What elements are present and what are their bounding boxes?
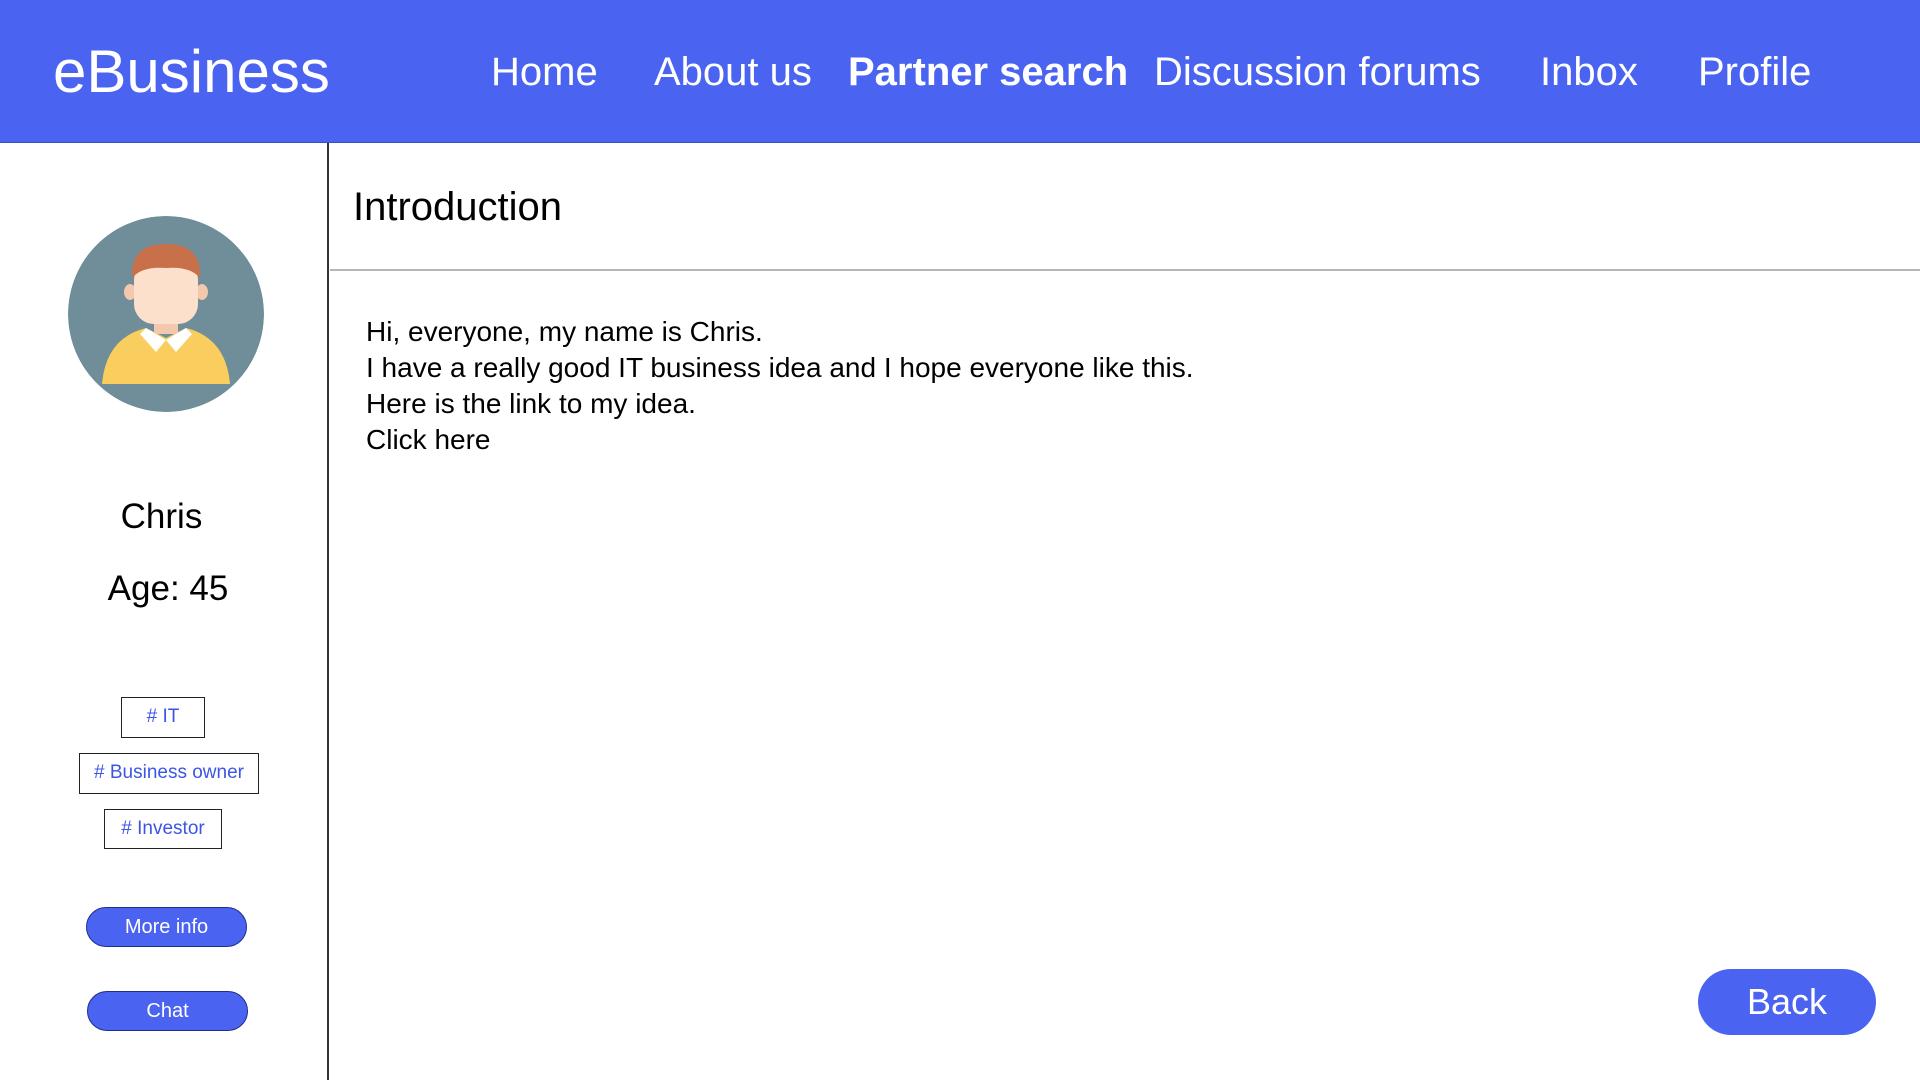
nav-discussion-forums[interactable]: Discussion forums	[1154, 48, 1481, 96]
user-avatar-icon	[68, 216, 264, 412]
nav-partner-search[interactable]: Partner search	[848, 48, 1128, 96]
top-navigation-bar: eBusiness Home About us Partner search D…	[0, 0, 1920, 143]
intro-line: I have a really good IT business idea an…	[366, 352, 1194, 383]
section-title: Introduction	[353, 185, 563, 229]
tag-it[interactable]: # IT	[121, 697, 205, 738]
profile-sidebar: Chris Age: 45 # IT # Business owner # In…	[0, 143, 329, 1080]
user-age: Age: 45	[107, 569, 229, 608]
introduction-panel: Introduction Hi, everyone, my name is Ch…	[330, 143, 1920, 1080]
tag-business-owner[interactable]: # Business owner	[79, 753, 259, 794]
divider	[330, 269, 1920, 271]
back-button[interactable]: Back	[1698, 969, 1876, 1035]
brand-logo[interactable]: eBusiness	[53, 36, 330, 108]
nav-inbox[interactable]: Inbox	[1540, 48, 1638, 96]
nav-home[interactable]: Home	[491, 48, 598, 96]
nav-about-us[interactable]: About us	[654, 48, 812, 96]
chat-button[interactable]: Chat	[87, 991, 248, 1031]
more-info-button[interactable]: More info	[86, 907, 247, 947]
nav-profile[interactable]: Profile	[1698, 48, 1811, 96]
intro-line: Here is the link to my idea.	[366, 388, 696, 419]
introduction-text: Hi, everyone, my name is Chris. I have a…	[366, 314, 1194, 458]
tag-investor[interactable]: # Investor	[104, 809, 222, 849]
user-name: Chris	[120, 497, 203, 536]
avatar	[68, 216, 264, 412]
click-here-link[interactable]: Click here	[366, 422, 1194, 458]
intro-line: Hi, everyone, my name is Chris.	[366, 316, 763, 347]
